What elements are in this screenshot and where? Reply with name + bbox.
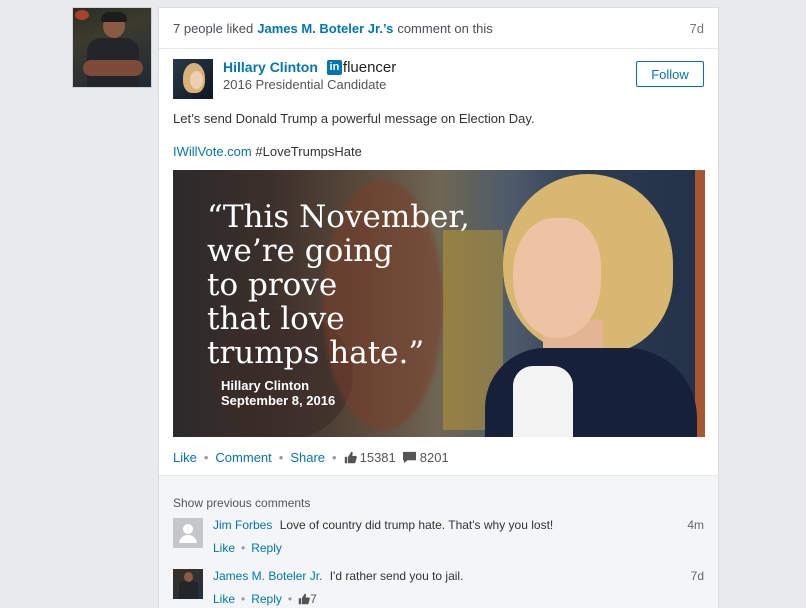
post-url-link[interactable]: IWillVote.com (173, 144, 252, 159)
comments-count-value: 8201 (419, 450, 449, 465)
activity-header: 7 people liked James M. Boteler Jr.’s co… (159, 8, 718, 49)
comment-button[interactable]: Comment (215, 450, 271, 465)
comment-time: 4m (687, 518, 704, 532)
commenter-name-link[interactable]: James M. Boteler Jr. (213, 569, 322, 583)
comment-body: Jim Forbes Love of country did trump hat… (213, 518, 673, 533)
comments-count[interactable]: 8201 (402, 450, 449, 465)
avatar-background-light (75, 10, 89, 20)
follow-button[interactable]: Follow (636, 61, 704, 87)
post-image[interactable]: “This November, we’re going to prove tha… (173, 170, 705, 437)
activity-time: 7d (689, 20, 704, 36)
influencer-badge: in fluencer (326, 59, 397, 76)
default-person-icon (179, 524, 197, 543)
thumbs-up-icon (344, 451, 357, 464)
avatar-head (184, 572, 193, 582)
portrait-shirt (513, 366, 573, 437)
separator-dot: • (203, 450, 209, 465)
likes-count[interactable]: 15381 (344, 450, 396, 465)
separator-dot: • (287, 592, 293, 606)
feed-update-card: 7 people liked James M. Boteler Jr.’s co… (158, 7, 719, 608)
actor-avatar[interactable] (72, 7, 152, 88)
activity-actor-link[interactable]: James M. Boteler Jr.’s (257, 21, 393, 36)
comment-likes-count[interactable]: 7 (298, 592, 317, 606)
comments-section: Show previous comments Jim Forbes Love o… (159, 475, 718, 608)
comment-likes-value: 7 (310, 592, 317, 606)
activity-suffix: comment on this (397, 20, 493, 36)
feed-page: 7 people liked James M. Boteler Jr.’s co… (0, 0, 806, 608)
commenter-avatar[interactable] (173, 518, 203, 548)
author-name-row: Hillary Clinton in fluencer (223, 59, 396, 76)
quote-date: September 8, 2016 (221, 393, 336, 408)
comment-body: James M. Boteler Jr. I'd rather send you… (213, 569, 673, 584)
avatar-arms (83, 60, 143, 76)
author-info: Hillary Clinton in fluencer 2016 Preside… (223, 59, 396, 99)
portrait-face (513, 218, 601, 338)
avatar-body (179, 581, 198, 599)
comment-actions: Like • Reply • 7 (213, 592, 317, 606)
image-quote: “This November, we’re going to prove tha… (207, 199, 470, 371)
influencer-badge-text: fluencer (342, 59, 397, 76)
author-avatar[interactable] (173, 59, 213, 99)
show-previous-comments-link[interactable]: Show previous comments (173, 496, 310, 510)
avatar-cap (101, 12, 127, 22)
comment-actions: Like • Reply (213, 541, 282, 555)
comment-like-button[interactable]: Like (213, 541, 235, 555)
activity-prefix: 7 people liked (173, 20, 254, 36)
likes-count-value: 15381 (359, 450, 396, 465)
comment-time: 7d (690, 569, 704, 583)
comment-text: I'd rather send you to jail. (329, 569, 464, 583)
separator-dot: • (332, 450, 337, 465)
author-avatar-face (190, 71, 203, 89)
post-hashtag: #LoveTrumpsHate (255, 144, 362, 159)
separator-dot: • (241, 541, 246, 555)
comment-text: Love of country did trump hate. That's w… (279, 518, 554, 532)
separator-dot: • (241, 592, 246, 606)
quote-author-name: Hillary Clinton (221, 378, 310, 393)
post-actions: Like • Comment • Share • 15381 8201 (173, 450, 455, 465)
comment-bubble-icon (402, 451, 416, 464)
post-text: Let’s send Donald Trump a powerful messa… (173, 111, 535, 126)
linkedin-in-icon: in (326, 60, 342, 75)
author-headline: 2016 Presidential Candidate (223, 77, 387, 92)
author-name-link[interactable]: Hillary Clinton (223, 59, 318, 76)
thumbs-up-icon (298, 593, 310, 605)
image-quote-attribution: Hillary Clinton September 8, 2016 (221, 378, 335, 408)
comment-reply-button[interactable]: Reply (251, 592, 282, 606)
comment-reply-button[interactable]: Reply (251, 541, 282, 555)
comment-like-button[interactable]: Like (213, 592, 235, 606)
post-links: IWillVote.com #LoveTrumpsHate (159, 127, 718, 160)
commenter-name-link[interactable]: Jim Forbes (213, 518, 272, 532)
separator-dot: • (278, 450, 284, 465)
commenter-avatar[interactable] (173, 569, 203, 599)
image-bg-stripe (695, 170, 705, 437)
share-button[interactable]: Share (290, 450, 325, 465)
post-author: Hillary Clinton in fluencer 2016 Preside… (159, 49, 718, 99)
like-button[interactable]: Like (173, 450, 197, 465)
